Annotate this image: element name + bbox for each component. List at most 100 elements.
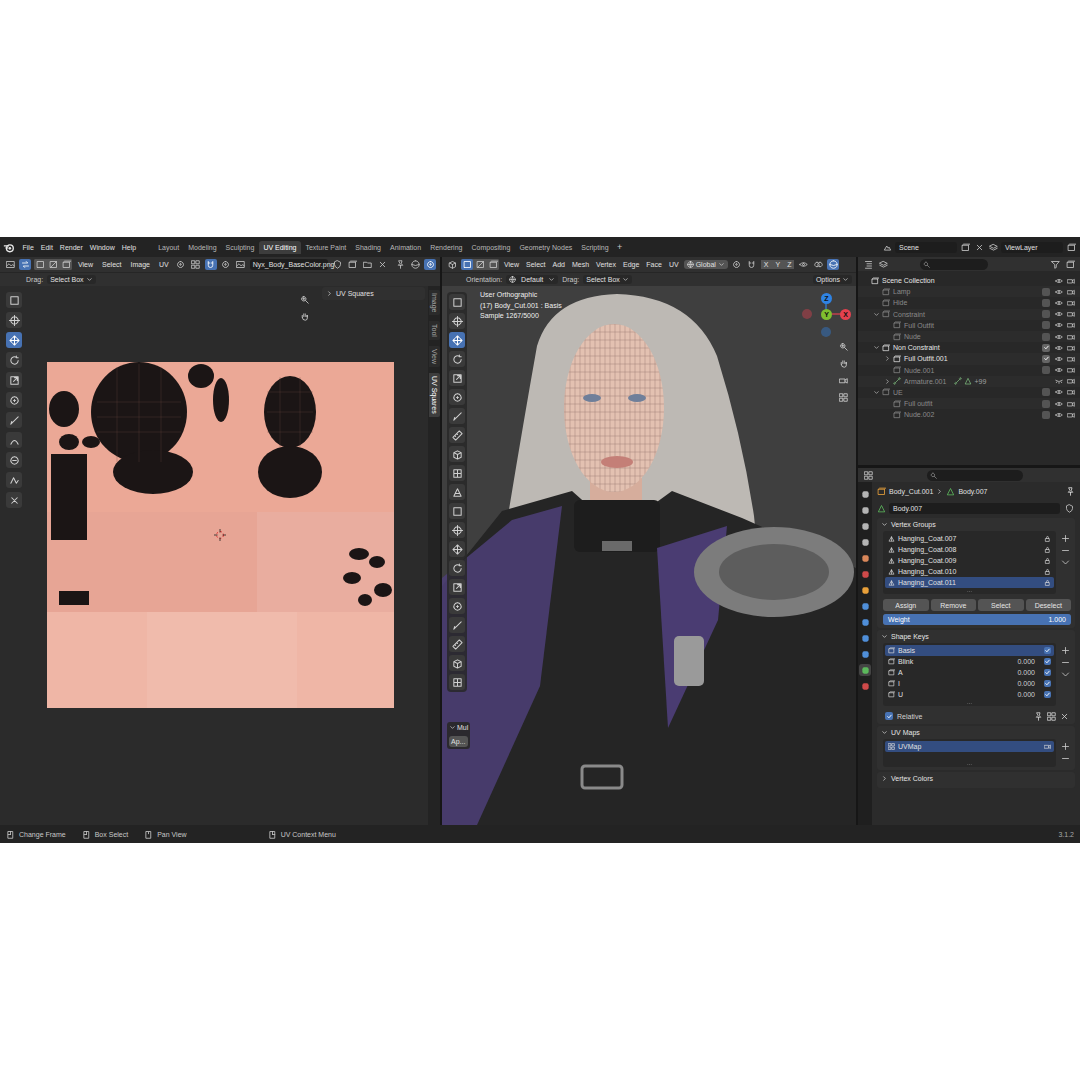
properties-tab[interactable] — [859, 552, 871, 564]
tool-button[interactable] — [449, 332, 465, 348]
outliner-row[interactable]: Armature.001 +99 — [858, 376, 1080, 387]
add-button[interactable] — [1059, 741, 1071, 752]
properties-search-field[interactable] — [927, 470, 1023, 481]
specials-button[interactable] — [1059, 557, 1071, 568]
select-mode-button[interactable] — [474, 259, 486, 270]
header-menu[interactable]: Select — [524, 261, 547, 268]
editor-type-button[interactable] — [4, 259, 16, 270]
options-dropdown[interactable]: Options — [813, 275, 852, 284]
specials-button[interactable] — [1059, 669, 1071, 680]
vertex-group-button[interactable]: Remove — [931, 599, 977, 611]
tool-button[interactable] — [6, 492, 22, 508]
sticky-button[interactable] — [190, 259, 202, 270]
tool-button[interactable] — [449, 484, 465, 500]
properties-tab[interactable] — [859, 504, 871, 516]
menu-item[interactable]: Render — [56, 242, 86, 253]
vertex-group-button[interactable]: Select — [978, 599, 1024, 611]
outliner-row[interactable]: Nude.002 — [858, 409, 1080, 420]
shape-key-row[interactable]: Basis — [885, 645, 1054, 656]
tool-button[interactable] — [449, 579, 465, 595]
header-menu[interactable]: Edge — [621, 261, 641, 268]
scene-browse-button[interactable] — [881, 242, 893, 253]
properties-tab[interactable] — [859, 680, 871, 692]
outliner-row[interactable]: Full Outfit — [858, 320, 1080, 331]
workspace-tab[interactable]: Sculpting — [221, 241, 259, 254]
pan-button[interactable] — [837, 357, 850, 370]
editor-type-button[interactable] — [862, 259, 874, 270]
exclude-checkbox[interactable] — [1042, 321, 1050, 329]
vertex-group-button[interactable]: Deselect — [1026, 599, 1072, 611]
image-pin-button[interactable] — [331, 259, 343, 270]
workspace-tab[interactable]: Texture Paint — [301, 241, 351, 254]
display-mode-button[interactable] — [877, 259, 889, 270]
expand-toggle[interactable] — [873, 389, 882, 396]
pin-button[interactable] — [394, 259, 406, 270]
drag-dropdown[interactable]: Select Box — [583, 275, 631, 284]
editor-type-button[interactable] — [446, 259, 458, 270]
shape-key-row[interactable]: I 0.000 — [885, 678, 1054, 689]
shape-key-value[interactable]: 0.000 — [1017, 680, 1035, 687]
blender-logo-icon[interactable] — [3, 242, 15, 253]
visibility-button[interactable] — [797, 259, 809, 270]
shape-key-checkbox[interactable] — [1044, 669, 1051, 676]
properties-tab[interactable] — [859, 664, 871, 676]
tool-button[interactable] — [449, 636, 465, 652]
mirror-axis-button[interactable]: Z — [784, 260, 794, 269]
breadcrumb-item[interactable]: Body_Cut.001 — [889, 488, 933, 495]
navigation-gizmo[interactable]: ZYX — [802, 291, 852, 341]
tool-button[interactable] — [449, 541, 465, 557]
outliner-search-field[interactable] — [920, 259, 988, 270]
workspace-tab[interactable]: Geometry Nodes — [515, 241, 577, 254]
outliner-row[interactable]: Nude.001 — [858, 365, 1080, 376]
image-new-button[interactable] — [346, 259, 358, 270]
header-menu[interactable]: Select — [99, 261, 124, 268]
properties-tab[interactable] — [859, 584, 871, 596]
image-open-button[interactable] — [361, 259, 373, 270]
tool-button[interactable] — [6, 432, 22, 448]
workspace-tab[interactable]: UV Editing — [259, 241, 301, 254]
tool-button[interactable] — [449, 674, 465, 690]
pan-button[interactable] — [298, 310, 311, 323]
list-resize-grip[interactable] — [885, 700, 1054, 706]
vertex-group-button[interactable]: Assign — [883, 599, 929, 611]
drag-dropdown[interactable]: Select Box — [47, 275, 95, 284]
add-button[interactable] — [1059, 645, 1071, 656]
uv-map-row[interactable]: UVMap — [885, 741, 1054, 752]
pivot-button[interactable] — [175, 259, 187, 270]
editor-type-button[interactable] — [862, 470, 874, 481]
select-mode-button[interactable] — [487, 259, 499, 270]
header-menu[interactable]: View — [75, 261, 96, 268]
panel-header[interactable]: Vertex Colors — [877, 772, 1075, 785]
tool-button[interactable] — [449, 370, 465, 386]
face-mode-button[interactable] — [60, 259, 72, 270]
properties-tab[interactable] — [859, 520, 871, 532]
tool-button[interactable] — [6, 412, 22, 428]
add-button[interactable] — [1059, 533, 1071, 544]
workspace-tab[interactable]: Animation — [386, 241, 426, 254]
tool-button[interactable] — [6, 452, 22, 468]
shape-key-value[interactable]: 0.000 — [1017, 691, 1035, 698]
remove-button[interactable] — [1059, 545, 1071, 556]
header-menu[interactable]: Image — [128, 261, 153, 268]
outliner-row[interactable]: Nude — [858, 331, 1080, 342]
exclude-checkbox[interactable] — [1042, 299, 1050, 307]
data-name-field[interactable]: Body.007 — [889, 503, 1060, 514]
workspace-tab[interactable]: Shading — [351, 241, 386, 254]
snap-button[interactable] — [746, 259, 758, 270]
tool-button[interactable] — [6, 332, 22, 348]
select-mode-button[interactable] — [461, 259, 473, 270]
vertex-group-row[interactable]: Hanging_Coat.011 — [885, 577, 1054, 588]
outliner-row[interactable]: Hide — [858, 297, 1080, 308]
exclude-checkbox[interactable] — [1042, 400, 1050, 408]
header-menu[interactable]: UV — [667, 261, 681, 268]
outliner-row[interactable]: Full Outfit.001 — [858, 353, 1080, 364]
expand-toggle[interactable] — [873, 311, 882, 318]
view-layer-browse-button[interactable] — [987, 242, 999, 253]
list-resize-grip[interactable] — [885, 761, 1054, 767]
outliner-row[interactable]: UE — [858, 387, 1080, 398]
shape-key-checkbox[interactable] — [1044, 647, 1051, 654]
panel-header[interactable]: Shape Keys — [877, 630, 1075, 643]
tool-button[interactable] — [449, 560, 465, 576]
relative-checkbox[interactable] — [885, 712, 893, 720]
shading-button[interactable] — [827, 259, 839, 270]
